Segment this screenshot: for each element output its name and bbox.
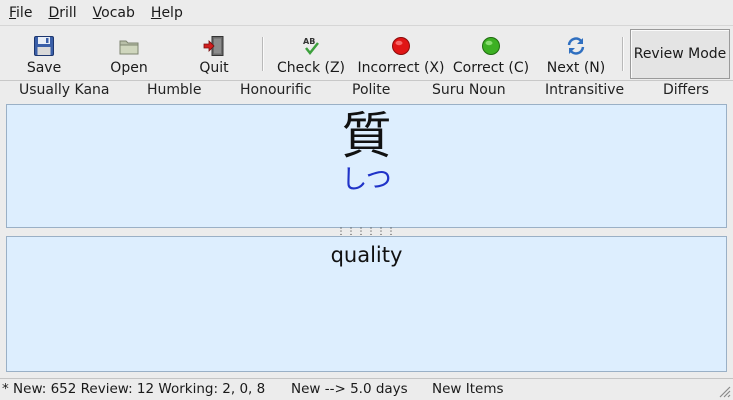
incorrect-button-label: Incorrect (X) [357, 60, 445, 76]
kanji-panel: 質 しつ [6, 104, 727, 228]
folder-icon [118, 35, 140, 57]
splitter-grip-icon: ⋮⋮⋮⋮⋮⋮ [336, 227, 397, 237]
save-button[interactable]: Save [14, 27, 74, 79]
menu-vocab[interactable]: Vocab [85, 0, 143, 26]
tag-suru-noun: Suru Noun [432, 82, 506, 98]
floppy-disk-icon [33, 35, 55, 57]
menu-file-mnemonic: F [9, 4, 17, 21]
quit-button-label: Quit [199, 60, 229, 76]
svg-text:AB: AB [303, 37, 315, 46]
menu-file[interactable]: File [0, 0, 40, 26]
kanji-display: 質 [341, 107, 392, 165]
exit-door-icon [203, 35, 225, 57]
next-button-label: Next (N) [546, 60, 606, 76]
status-bar: * New: 652 Review: 12 Working: 2, 0, 8 N… [0, 378, 733, 400]
quit-button[interactable]: Quit [184, 27, 244, 79]
green-circle-icon [480, 35, 502, 57]
tag-honourific: Honourific [240, 82, 312, 98]
toolbar-separator [262, 37, 264, 71]
save-button-label: Save [26, 60, 62, 76]
status-interval: New --> 5.0 days [291, 381, 408, 397]
menu-drill[interactable]: Drill [40, 0, 84, 26]
next-button[interactable]: Next (N) [542, 27, 610, 79]
pane-splitter-handle[interactable]: ⋮⋮⋮⋮⋮⋮ [0, 227, 733, 237]
correct-button-label: Correct (C) [452, 60, 530, 76]
menu-help-label: elp [161, 4, 183, 21]
menu-file-label: ile [16, 4, 33, 21]
menu-help-mnemonic: H [150, 4, 162, 21]
open-button-label: Open [110, 60, 148, 76]
menu-vocab-mnemonic: V [92, 4, 102, 21]
check-button[interactable]: AB Check (Z) [271, 27, 351, 79]
spellcheck-icon: AB [300, 35, 322, 57]
meaning-text: quality [330, 243, 403, 267]
menu-drill-label: rill [59, 4, 77, 21]
tag-differs: Differs [663, 82, 709, 98]
menu-drill-mnemonic: D [48, 4, 60, 21]
tag-bar: Usually Kana Humble Honourific Polite Su… [0, 81, 733, 101]
kana-reading: しつ [341, 165, 392, 195]
check-button-label: Check (Z) [276, 60, 346, 76]
incorrect-button[interactable]: Incorrect (X) [355, 27, 447, 79]
review-mode-button[interactable]: Review Mode [630, 29, 730, 79]
menu-bar: File Drill Vocab Help [0, 0, 733, 26]
toolbar-separator [622, 37, 624, 71]
status-category: New Items [432, 381, 504, 397]
refresh-arrows-icon [565, 35, 587, 57]
tag-polite: Polite [352, 82, 391, 98]
open-button[interactable]: Open [99, 27, 159, 79]
correct-button[interactable]: Correct (C) [449, 27, 533, 79]
tag-intransitive: Intransitive [545, 82, 625, 98]
tag-humble: Humble [147, 82, 202, 98]
meaning-panel: quality [6, 236, 727, 372]
toolbar: Save Open Quit AB Check (Z) Incorrect (X… [0, 27, 733, 81]
menu-vocab-label: ocab [101, 4, 135, 21]
status-counts: * New: 652 Review: 12 Working: 2, 0, 8 [2, 381, 266, 397]
review-mode-label: Review Mode [633, 46, 727, 62]
tag-usually-kana: Usually Kana [19, 82, 110, 98]
red-circle-icon [390, 35, 412, 57]
menu-help[interactable]: Help [143, 0, 191, 26]
resize-grip-icon[interactable] [717, 384, 731, 398]
